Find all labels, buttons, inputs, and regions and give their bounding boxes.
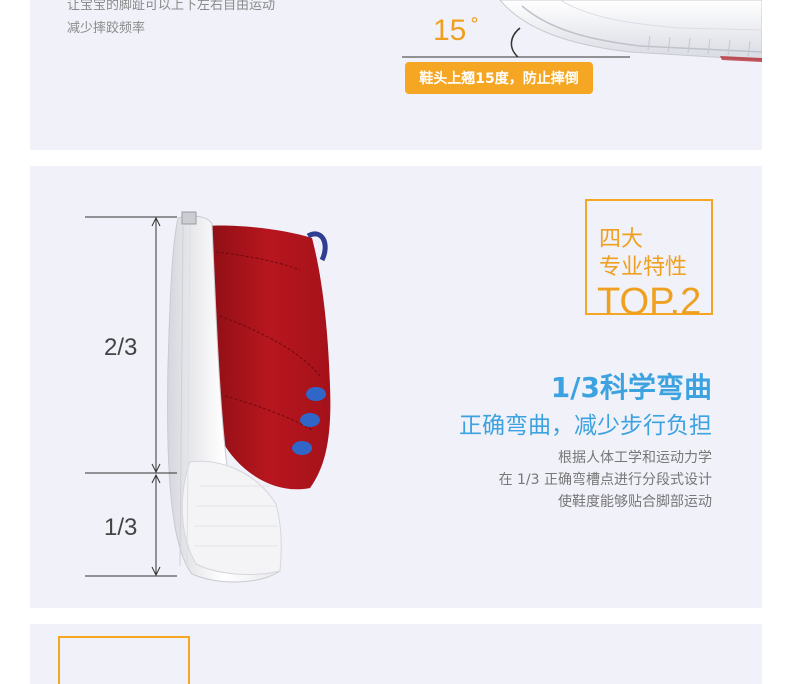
badge-line: 专业特性 bbox=[599, 255, 688, 280]
feature-desc-line: 使鞋度能够贴合脚部运动 bbox=[558, 494, 712, 510]
feature-tag: 鞋头上翘15度，防止摔倒 bbox=[405, 62, 593, 94]
badge-rank: TOP.2 bbox=[597, 281, 702, 323]
ratio-label-two-thirds: 2/3 bbox=[104, 334, 138, 361]
angle-unit: ° bbox=[470, 14, 479, 35]
angle-value: 15 bbox=[433, 14, 467, 47]
feature-panel-next bbox=[30, 624, 762, 684]
shoe-toe-illustration bbox=[402, 0, 762, 62]
feature-badge: 四大 专业特性 TOP.2 bbox=[585, 199, 713, 321]
feature-desc-line: 根据人体工学和运动力学 bbox=[558, 450, 712, 466]
feature-panel-flex: 2/3 1/3 四大 专业特性 TOP.2 1/3科学弯曲 正确弯曲，减少步行负… bbox=[30, 166, 762, 608]
feature-desc-line: 在 1/3 正确弯槽点进行分段式设计 bbox=[498, 472, 712, 488]
feature-subheading: 正确弯曲，减少步行负担 bbox=[459, 413, 712, 439]
feature-badge bbox=[58, 636, 190, 684]
ratio-label-one-third: 1/3 bbox=[104, 514, 138, 541]
feature-panel-toe-lift: 让宝宝的脚趾可以上下左右自由运动 减少摔跤频率 15 ° 鞋头上翘15度，防止摔… bbox=[30, 0, 762, 150]
feature-heading: 1/3科学弯曲 bbox=[550, 371, 712, 404]
